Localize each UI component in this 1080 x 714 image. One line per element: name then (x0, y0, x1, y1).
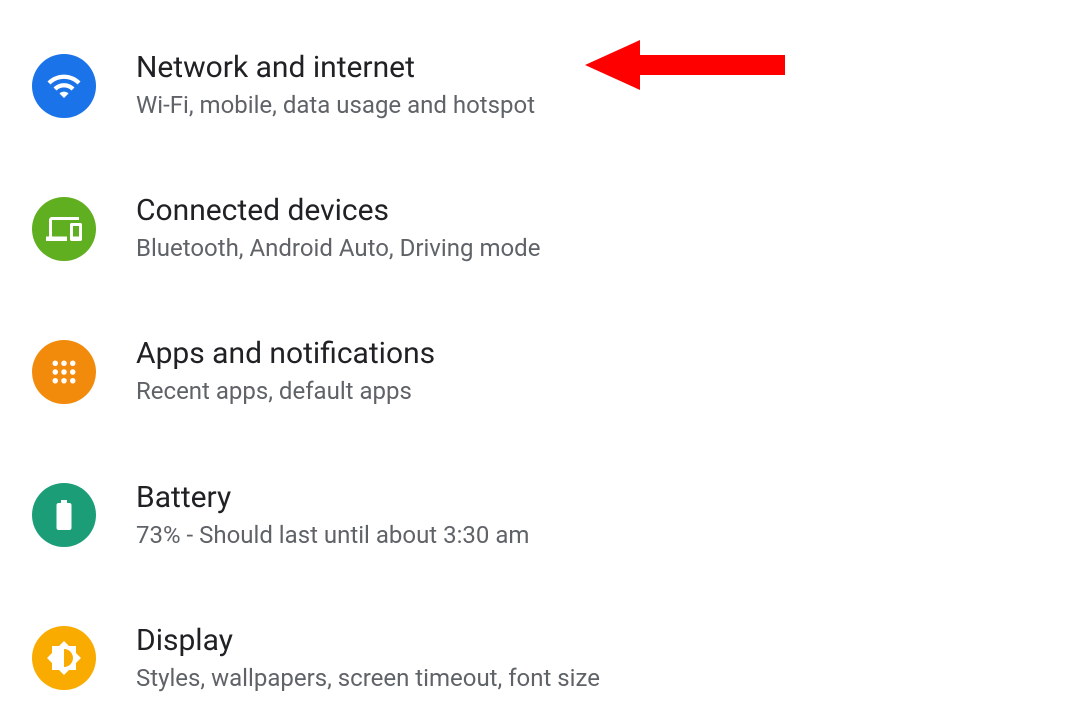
settings-item-title: Connected devices (136, 193, 540, 229)
settings-item-display[interactable]: Display Styles, wallpapers, screen timeo… (0, 603, 1080, 714)
settings-item-battery[interactable]: Battery 73% - Should last until about 3:… (0, 460, 1080, 571)
apps-icon (32, 340, 96, 404)
settings-item-title: Network and internet (136, 50, 535, 86)
battery-icon (32, 483, 96, 547)
settings-item-subtitle: Styles, wallpapers, screen timeout, font… (136, 663, 600, 694)
settings-item-text: Network and internet Wi-Fi, mobile, data… (136, 50, 535, 121)
settings-item-apps[interactable]: Apps and notifications Recent apps, defa… (0, 316, 1080, 427)
wifi-icon (32, 54, 96, 118)
settings-item-connected-devices[interactable]: Connected devices Bluetooth, Android Aut… (0, 173, 1080, 284)
settings-item-text: Battery 73% - Should last until about 3:… (136, 480, 529, 551)
settings-item-text: Display Styles, wallpapers, screen timeo… (136, 623, 600, 694)
settings-item-text: Apps and notifications Recent apps, defa… (136, 336, 435, 407)
brightness-icon (32, 626, 96, 690)
settings-item-subtitle: Wi-Fi, mobile, data usage and hotspot (136, 90, 535, 121)
settings-list: Network and internet Wi-Fi, mobile, data… (0, 0, 1080, 714)
settings-item-title: Battery (136, 480, 529, 516)
settings-item-subtitle: Bluetooth, Android Auto, Driving mode (136, 233, 540, 264)
settings-item-title: Apps and notifications (136, 336, 435, 372)
settings-item-title: Display (136, 623, 600, 659)
settings-item-subtitle: Recent apps, default apps (136, 376, 435, 407)
settings-item-subtitle: 73% - Should last until about 3:30 am (136, 520, 529, 551)
settings-item-text: Connected devices Bluetooth, Android Aut… (136, 193, 540, 264)
devices-icon (32, 197, 96, 261)
settings-item-network[interactable]: Network and internet Wi-Fi, mobile, data… (0, 30, 1080, 141)
